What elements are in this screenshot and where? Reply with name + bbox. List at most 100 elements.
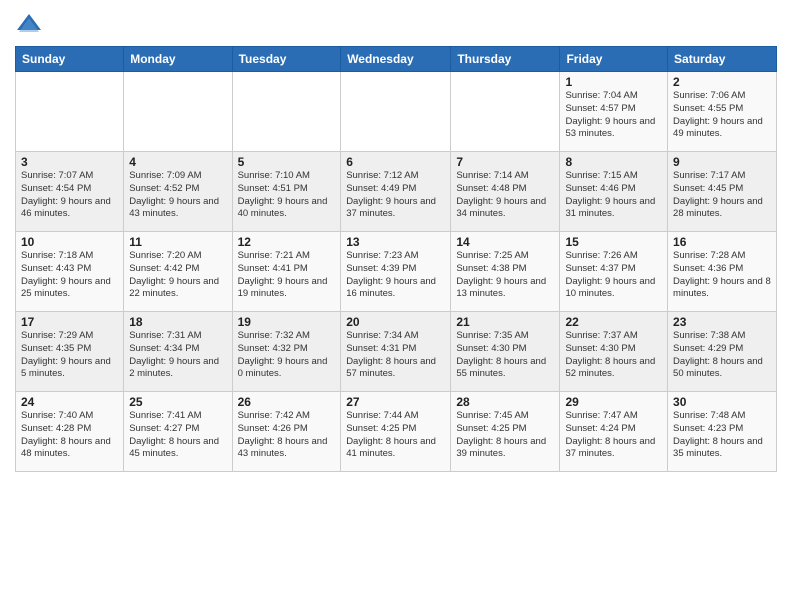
calendar-cell: 16Sunrise: 7:28 AM Sunset: 4:36 PM Dayli… [668,232,777,312]
calendar-cell: 15Sunrise: 7:26 AM Sunset: 4:37 PM Dayli… [560,232,668,312]
day-info: Sunrise: 7:41 AM Sunset: 4:27 PM Dayligh… [129,410,226,461]
calendar-cell: 12Sunrise: 7:21 AM Sunset: 4:41 PM Dayli… [232,232,341,312]
day-info: Sunrise: 7:23 AM Sunset: 4:39 PM Dayligh… [346,250,445,301]
calendar-cell: 3Sunrise: 7:07 AM Sunset: 4:54 PM Daylig… [16,152,124,232]
day-info: Sunrise: 7:09 AM Sunset: 4:52 PM Dayligh… [129,170,226,221]
calendar-week-2: 3Sunrise: 7:07 AM Sunset: 4:54 PM Daylig… [16,152,777,232]
day-info: Sunrise: 7:15 AM Sunset: 4:46 PM Dayligh… [565,170,662,221]
calendar-cell: 6Sunrise: 7:12 AM Sunset: 4:49 PM Daylig… [341,152,451,232]
calendar-cell: 18Sunrise: 7:31 AM Sunset: 4:34 PM Dayli… [124,312,232,392]
day-number: 25 [129,395,226,409]
calendar-week-3: 10Sunrise: 7:18 AM Sunset: 4:43 PM Dayli… [16,232,777,312]
day-number: 18 [129,315,226,329]
day-info: Sunrise: 7:42 AM Sunset: 4:26 PM Dayligh… [238,410,336,461]
day-number: 19 [238,315,336,329]
day-number: 29 [565,395,662,409]
day-number: 16 [673,235,771,249]
weekday-header-saturday: Saturday [668,47,777,72]
day-info: Sunrise: 7:28 AM Sunset: 4:36 PM Dayligh… [673,250,771,301]
calendar-cell: 2Sunrise: 7:06 AM Sunset: 4:55 PM Daylig… [668,72,777,152]
day-info: Sunrise: 7:20 AM Sunset: 4:42 PM Dayligh… [129,250,226,301]
calendar-cell: 7Sunrise: 7:14 AM Sunset: 4:48 PM Daylig… [451,152,560,232]
day-number: 12 [238,235,336,249]
day-number: 7 [456,155,554,169]
day-info: Sunrise: 7:25 AM Sunset: 4:38 PM Dayligh… [456,250,554,301]
day-info: Sunrise: 7:35 AM Sunset: 4:30 PM Dayligh… [456,330,554,381]
day-number: 21 [456,315,554,329]
day-number: 9 [673,155,771,169]
day-info: Sunrise: 7:37 AM Sunset: 4:30 PM Dayligh… [565,330,662,381]
day-number: 3 [21,155,118,169]
day-number: 1 [565,75,662,89]
calendar-cell: 27Sunrise: 7:44 AM Sunset: 4:25 PM Dayli… [341,392,451,472]
day-number: 30 [673,395,771,409]
day-number: 20 [346,315,445,329]
day-info: Sunrise: 7:21 AM Sunset: 4:41 PM Dayligh… [238,250,336,301]
day-number: 2 [673,75,771,89]
calendar-cell: 9Sunrise: 7:17 AM Sunset: 4:45 PM Daylig… [668,152,777,232]
day-number: 8 [565,155,662,169]
day-number: 28 [456,395,554,409]
calendar-cell: 14Sunrise: 7:25 AM Sunset: 4:38 PM Dayli… [451,232,560,312]
day-info: Sunrise: 7:12 AM Sunset: 4:49 PM Dayligh… [346,170,445,221]
day-info: Sunrise: 7:34 AM Sunset: 4:31 PM Dayligh… [346,330,445,381]
day-info: Sunrise: 7:14 AM Sunset: 4:48 PM Dayligh… [456,170,554,221]
day-info: Sunrise: 7:29 AM Sunset: 4:35 PM Dayligh… [21,330,118,381]
calendar-week-1: 1Sunrise: 7:04 AM Sunset: 4:57 PM Daylig… [16,72,777,152]
calendar-cell [451,72,560,152]
day-number: 26 [238,395,336,409]
calendar-cell: 24Sunrise: 7:40 AM Sunset: 4:28 PM Dayli… [16,392,124,472]
weekday-header-thursday: Thursday [451,47,560,72]
day-info: Sunrise: 7:45 AM Sunset: 4:25 PM Dayligh… [456,410,554,461]
calendar-cell: 29Sunrise: 7:47 AM Sunset: 4:24 PM Dayli… [560,392,668,472]
calendar-cell: 1Sunrise: 7:04 AM Sunset: 4:57 PM Daylig… [560,72,668,152]
day-info: Sunrise: 7:18 AM Sunset: 4:43 PM Dayligh… [21,250,118,301]
weekday-header-row: SundayMondayTuesdayWednesdayThursdayFrid… [16,47,777,72]
day-number: 24 [21,395,118,409]
day-number: 10 [21,235,118,249]
day-number: 6 [346,155,445,169]
calendar-cell: 21Sunrise: 7:35 AM Sunset: 4:30 PM Dayli… [451,312,560,392]
header [15,10,777,38]
day-info: Sunrise: 7:32 AM Sunset: 4:32 PM Dayligh… [238,330,336,381]
calendar-table: SundayMondayTuesdayWednesdayThursdayFrid… [15,46,777,472]
weekday-header-friday: Friday [560,47,668,72]
calendar-cell: 5Sunrise: 7:10 AM Sunset: 4:51 PM Daylig… [232,152,341,232]
calendar-cell: 11Sunrise: 7:20 AM Sunset: 4:42 PM Dayli… [124,232,232,312]
calendar-cell [16,72,124,152]
day-number: 11 [129,235,226,249]
day-info: Sunrise: 7:44 AM Sunset: 4:25 PM Dayligh… [346,410,445,461]
calendar-cell [341,72,451,152]
day-number: 4 [129,155,226,169]
calendar-cell: 30Sunrise: 7:48 AM Sunset: 4:23 PM Dayli… [668,392,777,472]
calendar-cell: 19Sunrise: 7:32 AM Sunset: 4:32 PM Dayli… [232,312,341,392]
calendar-cell: 4Sunrise: 7:09 AM Sunset: 4:52 PM Daylig… [124,152,232,232]
calendar-cell: 13Sunrise: 7:23 AM Sunset: 4:39 PM Dayli… [341,232,451,312]
calendar-cell: 26Sunrise: 7:42 AM Sunset: 4:26 PM Dayli… [232,392,341,472]
day-number: 17 [21,315,118,329]
calendar-cell: 23Sunrise: 7:38 AM Sunset: 4:29 PM Dayli… [668,312,777,392]
page: SundayMondayTuesdayWednesdayThursdayFrid… [0,0,792,612]
day-info: Sunrise: 7:40 AM Sunset: 4:28 PM Dayligh… [21,410,118,461]
logo-icon [15,10,43,38]
calendar-cell: 10Sunrise: 7:18 AM Sunset: 4:43 PM Dayli… [16,232,124,312]
day-number: 5 [238,155,336,169]
calendar-week-4: 17Sunrise: 7:29 AM Sunset: 4:35 PM Dayli… [16,312,777,392]
day-number: 13 [346,235,445,249]
day-info: Sunrise: 7:17 AM Sunset: 4:45 PM Dayligh… [673,170,771,221]
calendar-cell [124,72,232,152]
day-info: Sunrise: 7:06 AM Sunset: 4:55 PM Dayligh… [673,90,771,141]
day-info: Sunrise: 7:04 AM Sunset: 4:57 PM Dayligh… [565,90,662,141]
calendar-cell: 8Sunrise: 7:15 AM Sunset: 4:46 PM Daylig… [560,152,668,232]
calendar-cell [232,72,341,152]
day-number: 15 [565,235,662,249]
calendar-week-5: 24Sunrise: 7:40 AM Sunset: 4:28 PM Dayli… [16,392,777,472]
calendar-cell: 25Sunrise: 7:41 AM Sunset: 4:27 PM Dayli… [124,392,232,472]
day-info: Sunrise: 7:48 AM Sunset: 4:23 PM Dayligh… [673,410,771,461]
weekday-header-monday: Monday [124,47,232,72]
day-info: Sunrise: 7:07 AM Sunset: 4:54 PM Dayligh… [21,170,118,221]
day-info: Sunrise: 7:38 AM Sunset: 4:29 PM Dayligh… [673,330,771,381]
calendar-cell: 17Sunrise: 7:29 AM Sunset: 4:35 PM Dayli… [16,312,124,392]
weekday-header-tuesday: Tuesday [232,47,341,72]
day-number: 22 [565,315,662,329]
